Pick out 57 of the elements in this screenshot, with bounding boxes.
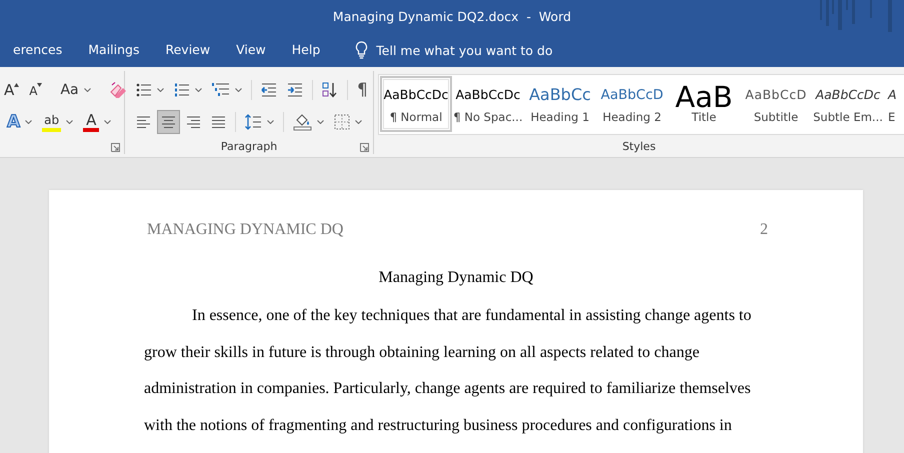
style-item[interactable]: AaBbCc Heading 1 — [524, 76, 596, 132]
shading-icon — [293, 114, 312, 130]
align-center-icon — [161, 116, 176, 128]
highlight-button[interactable]: ab — [38, 110, 78, 134]
style-item[interactable]: AaBbCcDc ¶ Normal — [380, 76, 452, 132]
style-item[interactable]: AaBbCcD Heading 2 — [596, 76, 668, 132]
ribbon-tab[interactable]: View — [223, 33, 279, 67]
style-item[interactable]: AaBbCcDc ¶ No Spac... — [452, 76, 524, 132]
sort-icon — [322, 82, 338, 98]
style-item[interactable]: AaB Title — [668, 76, 740, 132]
caret-icon — [66, 120, 74, 124]
dialog-launcher-icon[interactable] — [360, 143, 369, 152]
spacing-icon — [245, 114, 262, 130]
caret-icon — [195, 88, 202, 92]
group-label: Styles — [622, 140, 656, 154]
style-item[interactable]: AaBbCcDc Subtle Em... — [812, 76, 884, 132]
document-title: Managing Dynamic DQ — [378, 268, 534, 288]
tell-me-field[interactable]: Tell me what you want to do — [376, 42, 566, 58]
align-left-icon — [136, 116, 151, 128]
shrink-font-button[interactable]: A — [25, 78, 46, 102]
grow-font-button[interactable]: A — [0, 78, 24, 102]
caret-icon — [25, 120, 32, 124]
ribbon-tab[interactable]: Mailings — [75, 33, 152, 67]
justify-icon — [211, 116, 226, 128]
change-case-button[interactable]: Aa — [56, 78, 95, 102]
align-right-icon — [186, 116, 201, 128]
dialog-launcher-icon[interactable] — [111, 143, 120, 152]
caret-icon — [84, 88, 91, 92]
eraser-icon — [108, 82, 127, 98]
borders-icon — [334, 114, 350, 130]
align-center-button[interactable] — [157, 110, 180, 134]
page-number: 2 — [760, 220, 768, 240]
down-triangle-icon — [37, 83, 42, 87]
caret-icon — [355, 120, 362, 124]
style-item[interactable]: A E — [884, 76, 904, 132]
caret-icon — [317, 120, 324, 124]
lightbulb-icon — [355, 41, 368, 59]
running-header: MANAGING DYNAMIC DQ — [147, 220, 344, 240]
caret-icon — [267, 120, 274, 124]
ribbon-tab[interactable]: erences — [0, 33, 76, 67]
bullets-icon — [136, 83, 152, 97]
group-label: Paragraph — [220, 140, 278, 154]
multilevel-icon — [212, 82, 230, 98]
caret-icon — [235, 88, 242, 92]
numbering-icon — [174, 83, 190, 97]
up-triangle-icon — [14, 83, 20, 87]
caret-icon — [157, 88, 164, 92]
caret-icon — [104, 120, 112, 124]
marks-button[interactable]: ¶ — [353, 78, 372, 102]
body-paragraph: In essence, one of the key techniques that are fundamental in assisting change agents to grow their skills in future is through obtaining learning on all aspects related to change administration in companies. Particularly, change agents are required to familiarize themselves with the notions of fragmenting and restructuring business procedures and configurations in — [144, 306, 752, 436]
outdent-icon — [261, 83, 277, 97]
font-color-button[interactable]: A — [79, 110, 116, 134]
style-item[interactable]: AaBbCcD Subtitle — [740, 76, 812, 132]
ribbon-tab[interactable]: Help — [278, 33, 334, 67]
ribbon-tab[interactable]: Review — [152, 33, 224, 67]
indent-icon — [287, 83, 303, 97]
window-title: Managing Dynamic DQ2.docx - Word — [332, 9, 572, 24]
